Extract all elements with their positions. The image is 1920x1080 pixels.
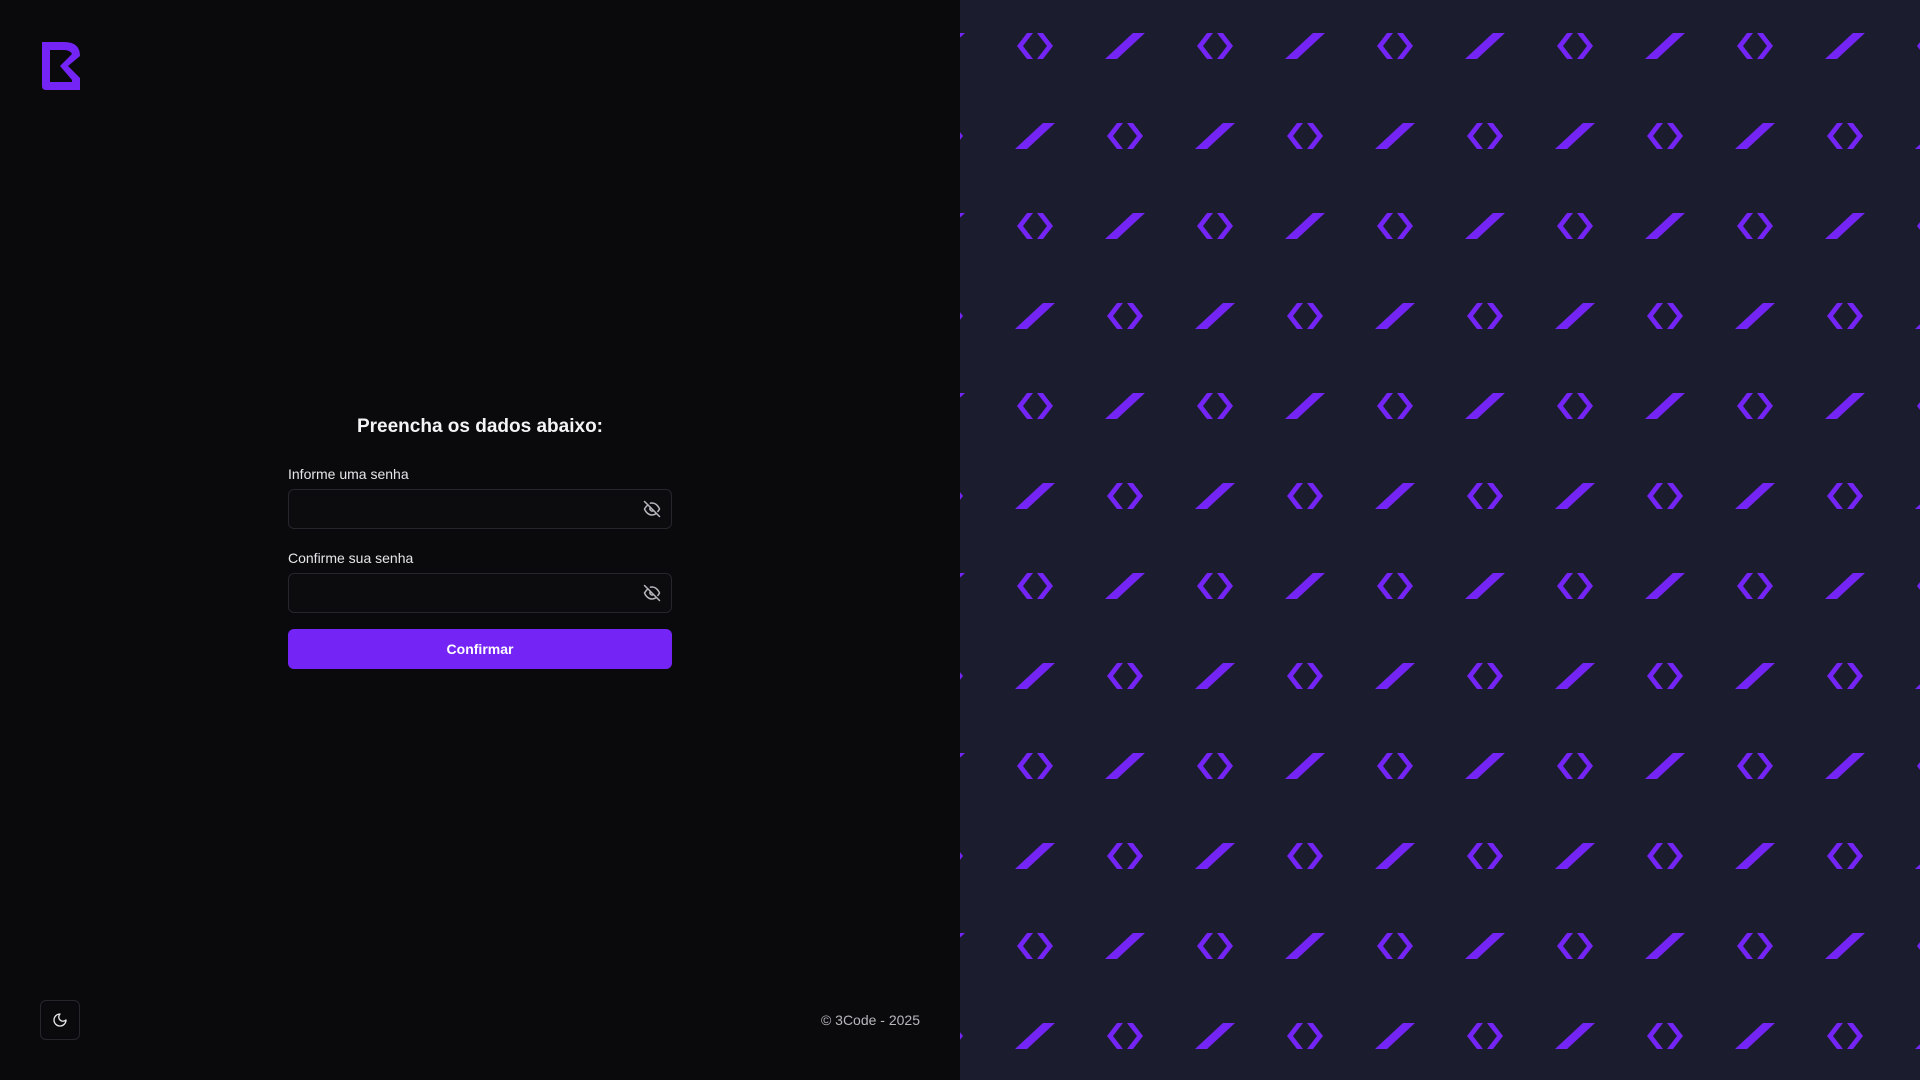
password-form: Preencha os dados abaixo: Informe uma se… xyxy=(288,415,672,669)
eye-off-icon[interactable] xyxy=(643,500,661,518)
page: Preencha os dados abaixo: Informe uma se… xyxy=(0,0,1920,1080)
moon-icon xyxy=(53,1013,67,1027)
confirm-button[interactable]: Confirmar xyxy=(288,629,672,669)
pattern-background xyxy=(960,0,1920,1080)
footer-copyright: © 3Code - 2025 xyxy=(820,1012,920,1028)
logo-icon xyxy=(42,42,80,90)
pattern-panel xyxy=(960,0,1920,1080)
eye-off-icon[interactable] xyxy=(643,584,661,602)
confirm-password-input[interactable] xyxy=(289,574,629,612)
confirm-password-label: Confirme sua senha xyxy=(288,550,414,566)
password-label: Informe uma senha xyxy=(288,466,409,482)
confirm-password-field xyxy=(288,573,672,613)
theme-toggle-button[interactable] xyxy=(40,1000,80,1040)
form-title: Preencha os dados abaixo: xyxy=(356,416,604,437)
password-input[interactable] xyxy=(289,490,629,528)
form-panel: Preencha os dados abaixo: Informe uma se… xyxy=(0,0,960,1080)
password-field xyxy=(288,489,672,529)
